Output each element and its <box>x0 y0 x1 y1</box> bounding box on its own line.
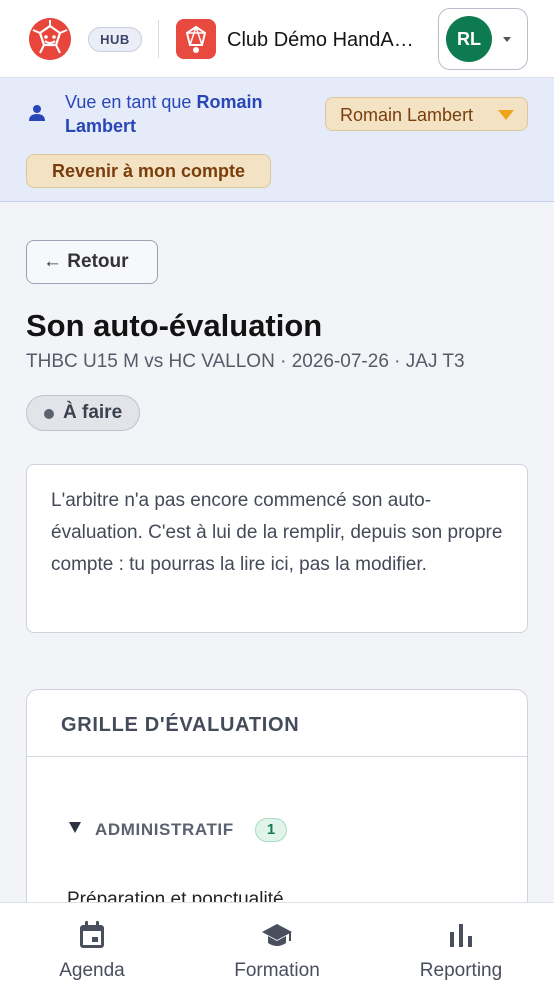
status-label: À faire <box>63 402 123 423</box>
nav-label-reporting: Reporting <box>419 960 503 981</box>
section-count-badge: 1 <box>255 818 287 842</box>
top-header: HUB Club Démo HandA… RL <box>0 0 554 78</box>
status-dot-icon <box>44 409 54 419</box>
back-button[interactable]: ← Retour <box>26 240 158 284</box>
nav-item-agenda[interactable]: Agenda <box>37 903 147 994</box>
hub-logo-icon[interactable] <box>29 18 71 60</box>
nav-item-formation[interactable]: Formation <box>212 903 342 994</box>
chevron-down-icon <box>503 37 511 42</box>
impersonation-text: Vue en tant que Romain Lambert <box>65 90 315 138</box>
calendar-icon <box>80 921 104 948</box>
hub-badge[interactable]: HUB <box>88 27 142 52</box>
grid-header: GRILLE D'ÉVALUATION <box>27 690 527 757</box>
avatar: RL <box>446 16 492 62</box>
section-toggle-administratif[interactable]: ADMINISTRATIF 1 <box>67 818 307 844</box>
triangle-down-icon <box>69 822 81 833</box>
nav-item-reporting[interactable]: Reporting <box>401 903 521 994</box>
page-title: Son auto-évaluation <box>26 308 323 343</box>
impersonation-select-value: Romain Lambert <box>340 105 474 125</box>
user-menu-button[interactable]: RL <box>438 8 528 70</box>
section-label: ADMINISTRATIF <box>95 820 234 839</box>
club-name[interactable]: Club Démo HandA… <box>227 27 427 53</box>
revert-account-button[interactable]: Revenir à mon compte <box>26 154 271 188</box>
caret-down-icon <box>498 110 514 120</box>
bottom-nav: Agenda Formation Reporting <box>0 902 554 994</box>
bar-chart-icon <box>450 924 472 947</box>
graduation-cap-icon <box>262 924 292 946</box>
match-subtitle: THBC U15 M vs HC VALLON · 2026-07-26 · J… <box>26 351 465 372</box>
info-card: L'arbitre n'a pas encore commencé son au… <box>26 464 528 633</box>
header-divider <box>158 20 159 58</box>
impersonation-prefix: Vue en tant que <box>65 92 197 112</box>
nav-label-formation: Formation <box>234 960 320 981</box>
person-icon <box>27 103 47 123</box>
grid-title: GRILLE D'ÉVALUATION <box>61 714 300 736</box>
impersonation-user-select[interactable]: Romain Lambert <box>325 97 528 131</box>
nav-label-agenda: Agenda <box>59 960 125 981</box>
info-text: L'arbitre n'a pas encore commencé son au… <box>51 490 503 575</box>
status-badge: À faire <box>26 395 140 431</box>
club-logo-icon[interactable] <box>176 19 216 59</box>
